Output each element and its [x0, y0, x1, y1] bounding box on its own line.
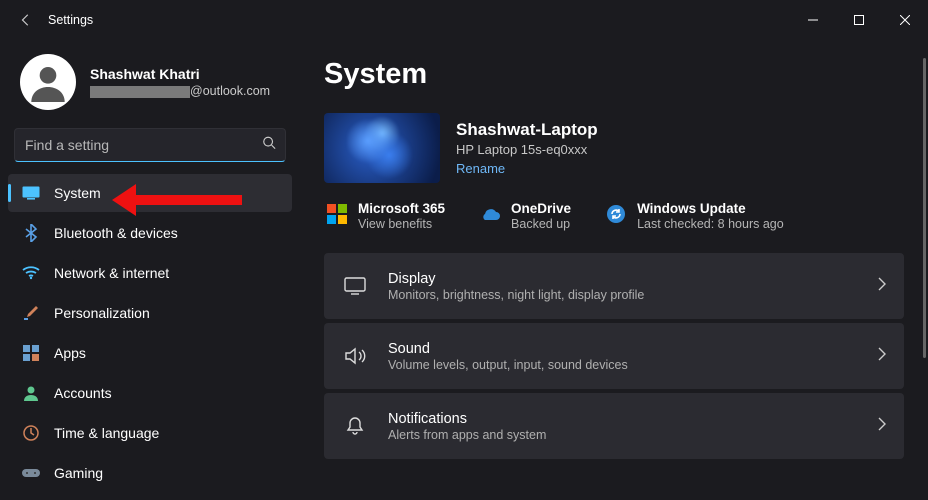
person-icon	[22, 384, 40, 402]
nav-label: Time & language	[54, 425, 159, 441]
close-button[interactable]	[882, 0, 928, 40]
nav-item-accounts[interactable]: Accounts	[8, 374, 292, 412]
bluetooth-icon	[22, 224, 40, 242]
window-controls	[790, 0, 928, 40]
gamepad-icon	[22, 464, 40, 482]
window-title: Settings	[48, 13, 93, 27]
profile-email: @outlook.com	[90, 84, 270, 98]
nav-label: Apps	[54, 345, 86, 361]
bell-icon	[342, 416, 368, 436]
titlebar: Settings	[0, 0, 928, 40]
nav-label: Personalization	[54, 305, 150, 321]
settings-cards: DisplayMonitors, brightness, night light…	[324, 253, 904, 459]
nav-label: Accounts	[54, 385, 112, 401]
avatar	[20, 54, 76, 110]
monitor-icon	[22, 184, 40, 202]
apps-icon	[22, 344, 40, 362]
nav-item-personalization[interactable]: Personalization	[8, 294, 292, 332]
status-onedrive[interactable]: OneDriveBacked up	[479, 201, 571, 231]
nav-label: Network & internet	[54, 265, 169, 281]
nav-item-bluetooth[interactable]: Bluetooth & devices	[8, 214, 292, 252]
nav-item-time-language[interactable]: Time & language	[8, 414, 292, 452]
device-row: Shashwat-Laptop HP Laptop 15s-eq0xxx Ren…	[324, 113, 904, 183]
card-notifications[interactable]: NotificationsAlerts from apps and system	[324, 393, 904, 459]
scrollbar[interactable]	[923, 58, 926, 358]
chevron-right-icon	[878, 277, 886, 296]
wifi-icon	[22, 264, 40, 282]
rename-link[interactable]: Rename	[456, 161, 598, 176]
nav-label: Bluetooth & devices	[54, 225, 178, 241]
device-name: Shashwat-Laptop	[456, 120, 598, 140]
back-button[interactable]	[12, 6, 40, 34]
nav-item-apps[interactable]: Apps	[8, 334, 292, 372]
status-row: Microsoft 365View benefits OneDriveBacke…	[324, 201, 904, 231]
search-input[interactable]	[14, 128, 286, 162]
sidebar: Shashwat Khatri @outlook.com System Blue…	[0, 40, 300, 500]
nav-label: Gaming	[54, 465, 103, 481]
status-m365[interactable]: Microsoft 365View benefits	[326, 201, 445, 231]
card-display[interactable]: DisplayMonitors, brightness, night light…	[324, 253, 904, 319]
brush-icon	[22, 304, 40, 322]
profile-block[interactable]: Shashwat Khatri @outlook.com	[6, 50, 294, 128]
nav-item-network[interactable]: Network & internet	[8, 254, 292, 292]
main-content: System Shashwat-Laptop HP Laptop 15s-eq0…	[300, 40, 928, 500]
page-heading: System	[324, 58, 904, 91]
minimize-button[interactable]	[790, 0, 836, 40]
status-windows-update[interactable]: Windows UpdateLast checked: 8 hours ago	[605, 201, 784, 231]
chevron-right-icon	[878, 417, 886, 436]
chevron-right-icon	[878, 347, 886, 366]
search-icon	[262, 136, 276, 155]
sound-icon	[342, 347, 368, 365]
display-icon	[342, 277, 368, 295]
nav-list: System Bluetooth & devices Network & int…	[6, 174, 294, 492]
card-sound[interactable]: SoundVolume levels, output, input, sound…	[324, 323, 904, 389]
maximize-button[interactable]	[836, 0, 882, 40]
nav-label: System	[54, 185, 101, 201]
profile-name: Shashwat Khatri	[90, 66, 270, 82]
nav-item-system[interactable]: System	[8, 174, 292, 212]
device-model: HP Laptop 15s-eq0xxx	[456, 142, 598, 157]
microsoft-logo-icon	[326, 203, 348, 225]
update-icon	[605, 203, 627, 225]
nav-item-gaming[interactable]: Gaming	[8, 454, 292, 492]
onedrive-icon	[479, 203, 501, 225]
globe-clock-icon	[22, 424, 40, 442]
device-thumbnail[interactable]	[324, 113, 440, 183]
